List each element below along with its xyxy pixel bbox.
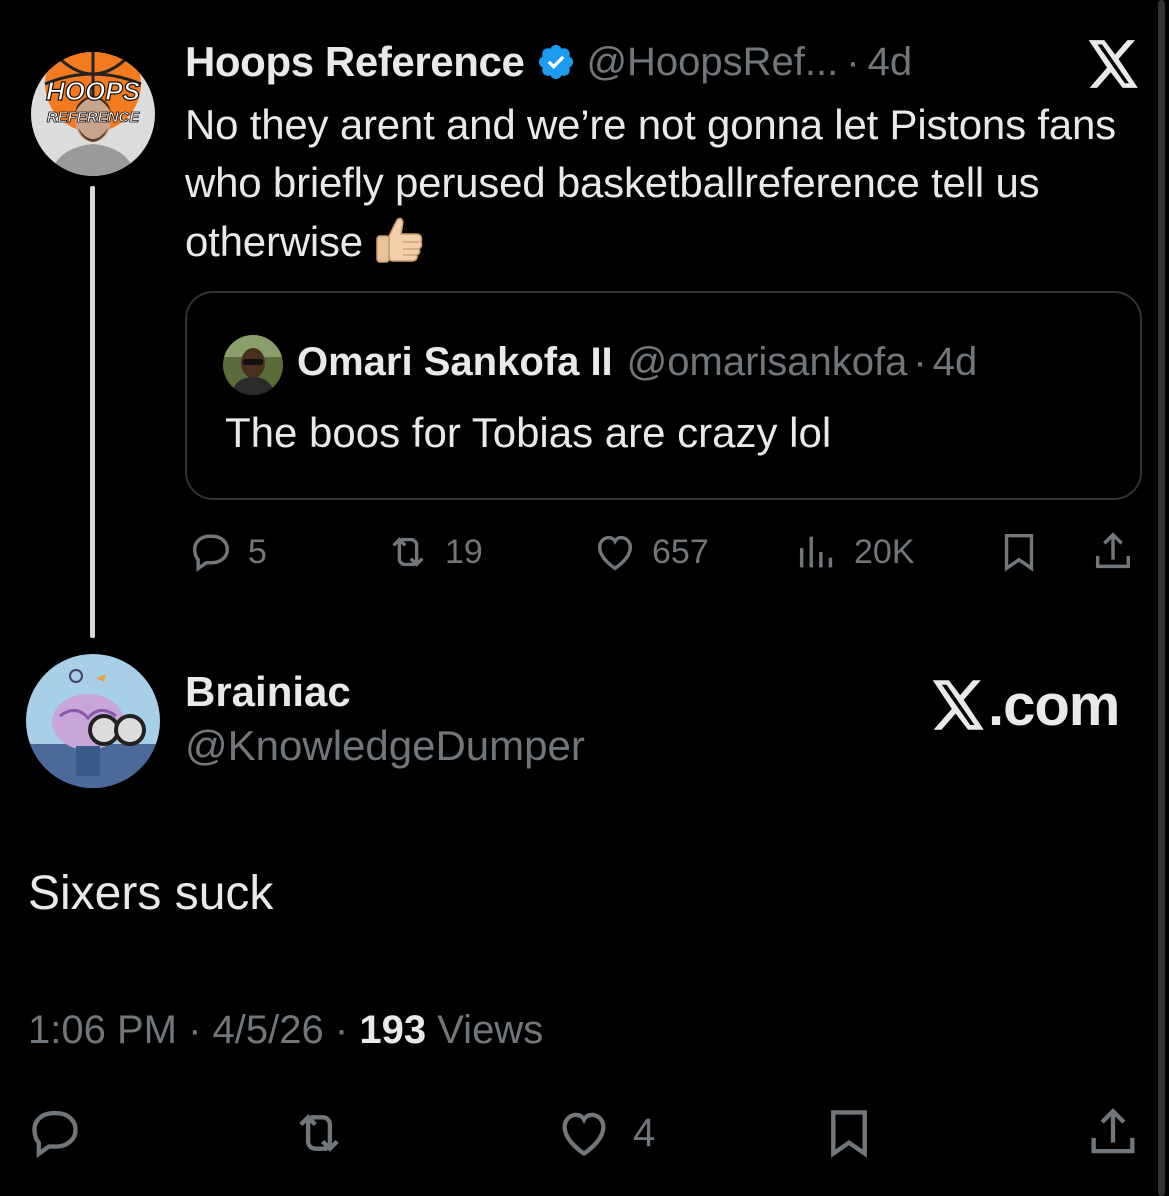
repost-count: 19 [445, 532, 483, 571]
svg-text:HOOPS: HOOPS [46, 76, 141, 106]
quote-header: Omari Sankofa II @omarisankofa · 4d [297, 337, 977, 387]
share-icon [1091, 1108, 1135, 1154]
bookmark-icon [831, 1110, 867, 1158]
reply-reply-button[interactable] [26, 1104, 84, 1162]
like-count: 4 [633, 1110, 656, 1155]
bookmark-button[interactable] [996, 526, 1042, 578]
scrollbar[interactable] [1158, 0, 1165, 1196]
separator-dot: · [334, 1008, 349, 1052]
views-count: 20K [854, 532, 915, 571]
reply-author-handle[interactable]: @KnowledgeDumper [185, 722, 585, 770]
separator-dot: · [913, 339, 927, 384]
reply-share-button[interactable] [1084, 1104, 1142, 1162]
views-count: 193 [359, 1008, 427, 1052]
reply-repost-button[interactable] [290, 1104, 348, 1162]
brainiac-avatar[interactable] [26, 654, 160, 788]
svg-text:REFERENCE: REFERENCE [47, 109, 141, 126]
brand-suffix: .com [988, 672, 1120, 738]
reply-icon [32, 1111, 78, 1159]
quoted-tweet[interactable]: Omari Sankofa II @omarisankofa · 4d The … [185, 291, 1142, 500]
repost-button[interactable]: 19 [385, 526, 483, 578]
heart-icon [562, 1112, 606, 1157]
views-label: Views [437, 1008, 544, 1052]
quote-avatar[interactable] [223, 335, 283, 395]
reply-button[interactable]: 5 [188, 526, 267, 578]
share-icon [1095, 532, 1131, 569]
x-logo-icon [1088, 40, 1138, 88]
parent-header: Hoops Reference @HoopsRef... · 4d [185, 38, 912, 86]
repost-icon [392, 537, 424, 567]
separator-dot: · [188, 1008, 202, 1052]
thread-line [90, 186, 95, 638]
hoops-reference-avatar[interactable]: HOOPS REFERENCE [30, 44, 156, 178]
share-button[interactable] [1090, 526, 1136, 578]
like-count: 657 [652, 532, 709, 571]
like-button[interactable]: 657 [592, 526, 709, 578]
author-name[interactable]: Hoops Reference [185, 38, 525, 86]
views-button[interactable]: 20K [794, 526, 915, 578]
reply-bookmark-button[interactable] [820, 1104, 878, 1162]
quote-time[interactable]: 4d [933, 340, 978, 385]
tweet-text: No they arent and we’re not gonna let Pi… [185, 96, 1135, 271]
x-logo-icon [932, 680, 984, 730]
reply-like-button[interactable]: 4 [555, 1104, 655, 1162]
separator-dot: · [846, 39, 860, 84]
reply-text: Sixers suck [28, 867, 274, 920]
quote-text: The boos for Tobias are crazy lol [225, 409, 832, 456]
quote-author-name[interactable]: Omari Sankofa II [297, 340, 613, 385]
views-chart-icon [799, 536, 833, 568]
reply-icon [192, 534, 230, 572]
heart-icon [597, 535, 633, 571]
verified-badge-icon [539, 44, 574, 80]
date[interactable]: 4/5/26 [213, 1008, 324, 1052]
reply-meta: 1:06 PM · 4/5/26 · 193 Views [28, 1008, 543, 1053]
quote-author-handle[interactable]: @omarisankofa [627, 340, 908, 385]
timestamp[interactable]: 1:06 PM [28, 1008, 177, 1052]
thumbs-up-icon [376, 217, 423, 263]
author-handle[interactable]: @HoopsRef... [586, 40, 838, 85]
x-com-watermark: .com [932, 672, 1120, 738]
repost-icon [299, 1114, 339, 1152]
reply-count: 5 [248, 532, 267, 571]
post-time[interactable]: 4d [868, 40, 913, 85]
reply-author-name[interactable]: Brainiac [185, 668, 351, 716]
bookmark-icon [1004, 533, 1034, 572]
